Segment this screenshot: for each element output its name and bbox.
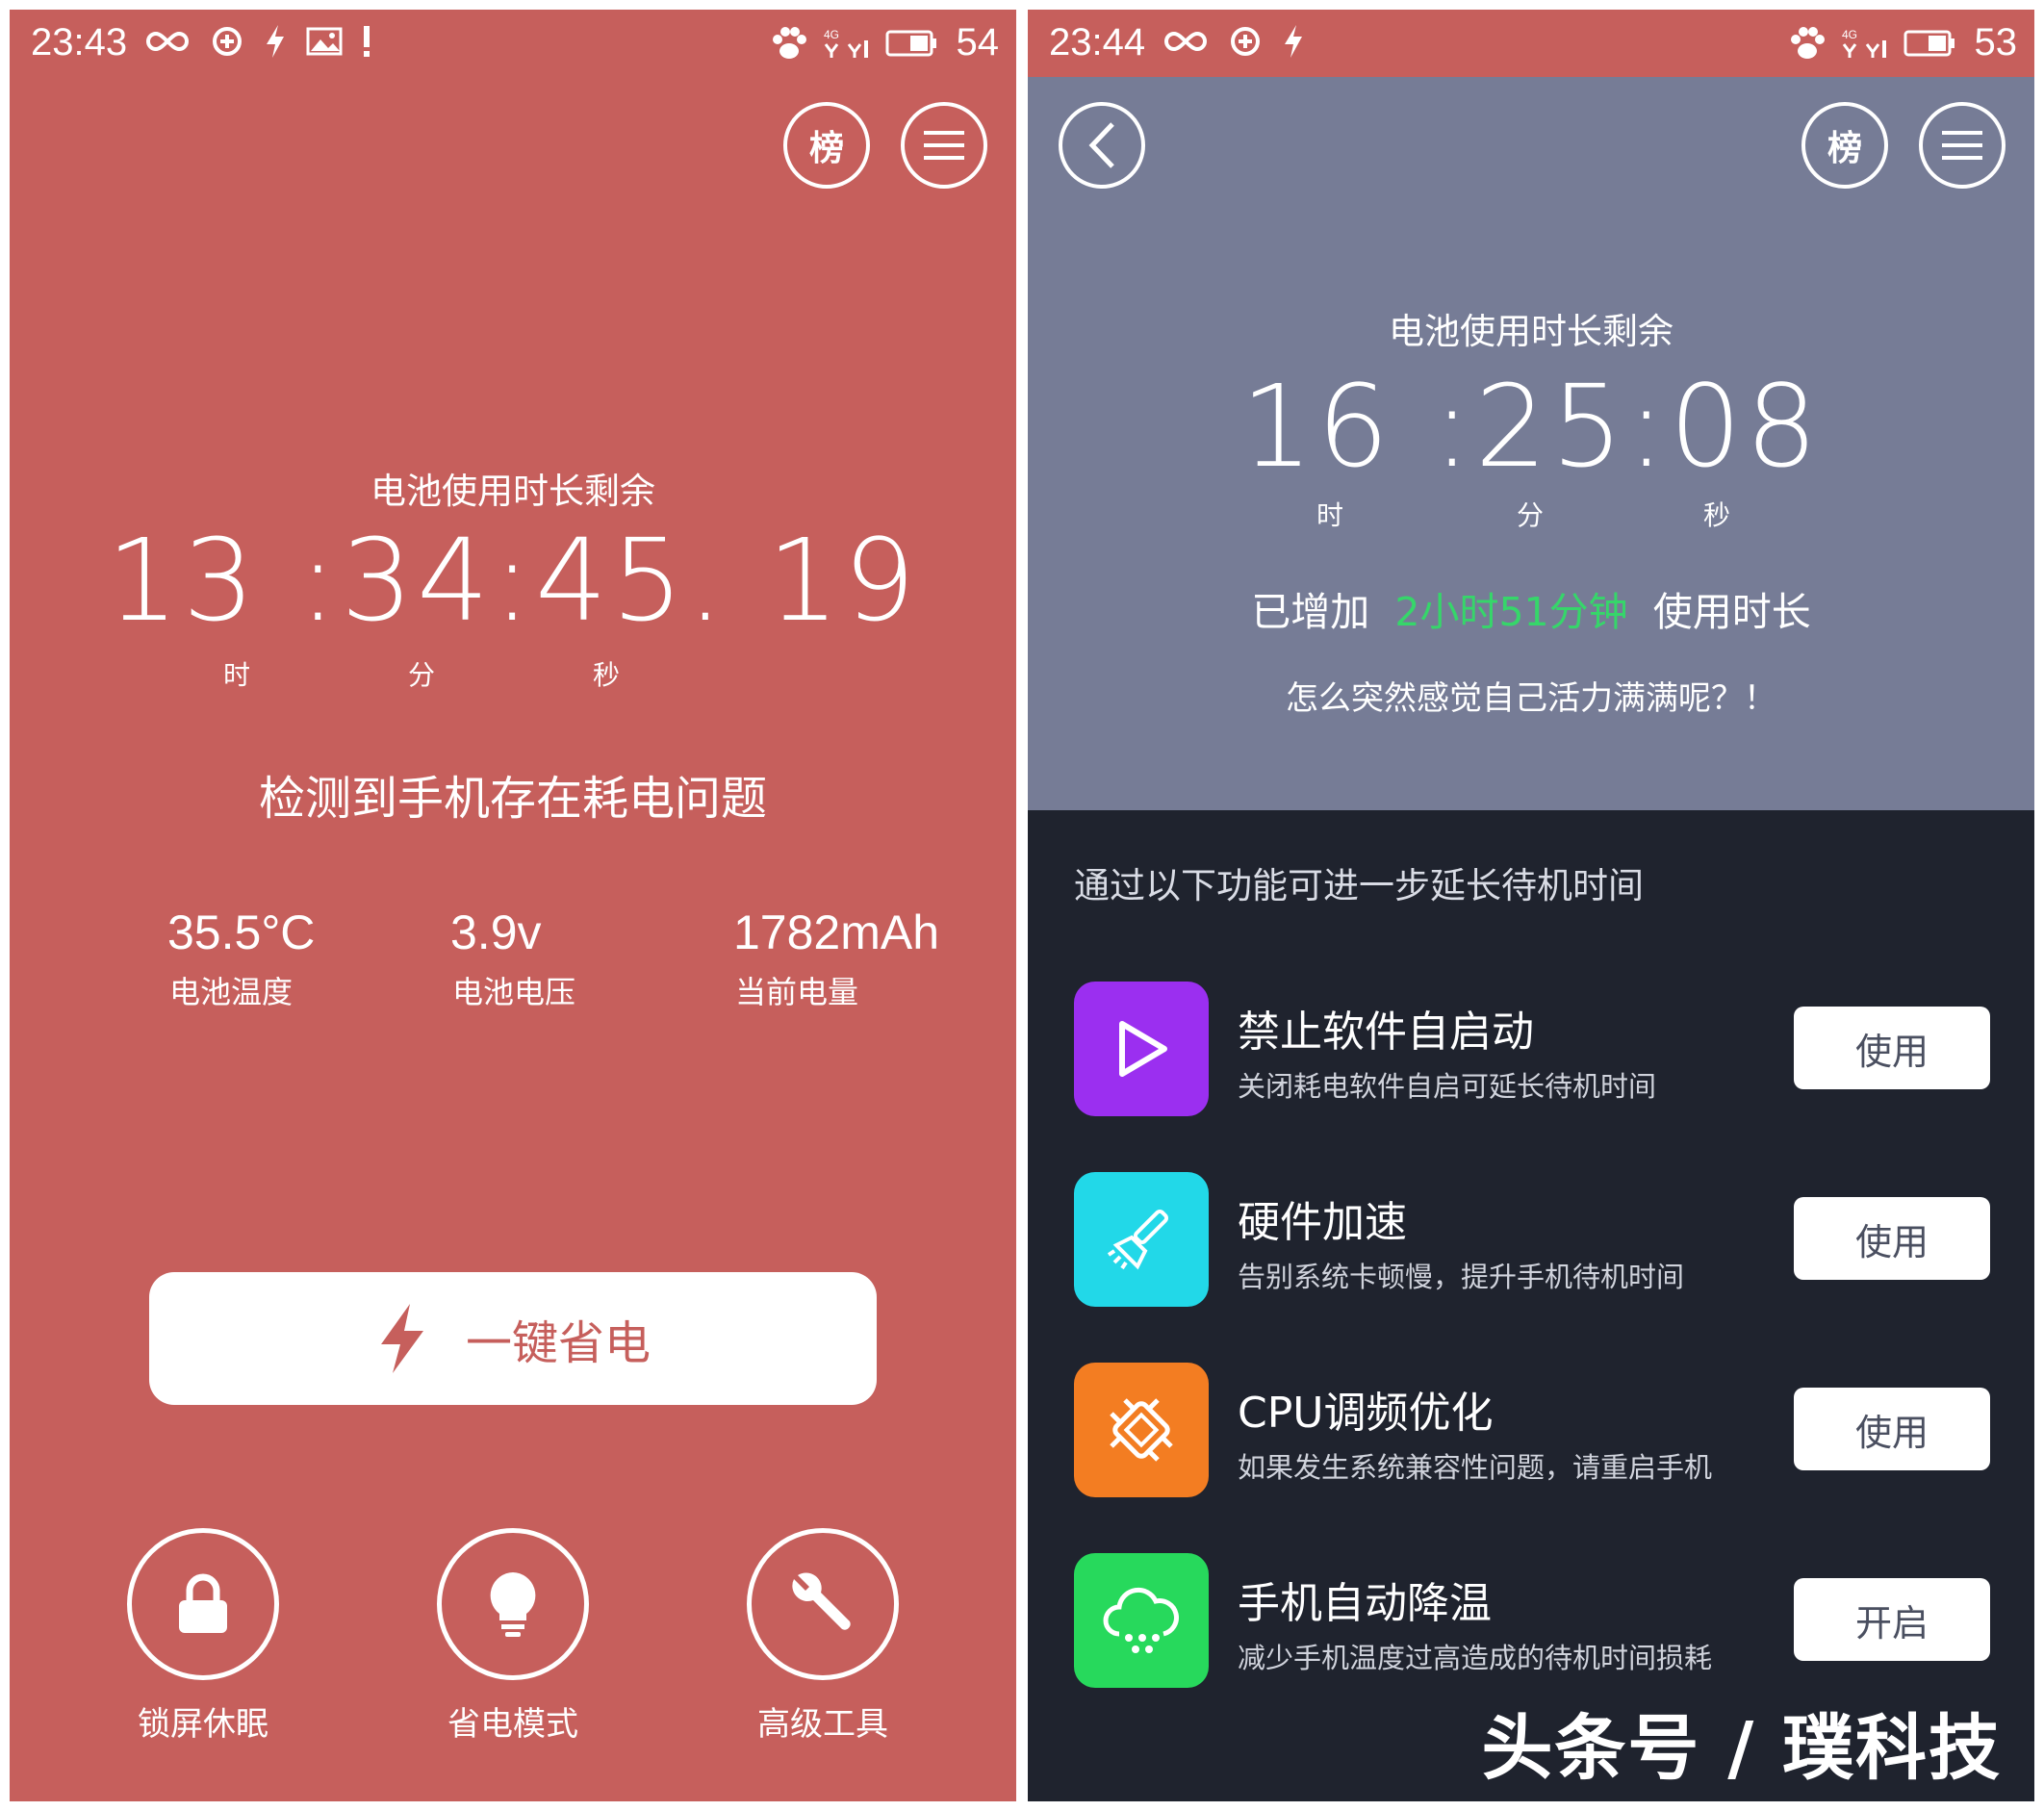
infinity-icon [146,31,189,52]
ranking-button[interactable]: 榜 [783,102,870,189]
feature-title: 硬件加速 [1238,1198,1407,1247]
chevron-left-icon [1088,122,1114,168]
status-time: 23:44 [1049,21,1146,64]
status-time: 23:43 [31,21,128,64]
feature-description: 关闭耗电软件自启可延长待机时间 [1238,1070,1657,1103]
left-screen: 23:43 4G 54 榜 电池使用时长剩余 13 :34:45. 19 时 分… [10,10,1016,1801]
cpu-tuning-icon-tile [1074,1363,1209,1497]
battery-temperature-label: 电池温度 [169,974,294,1010]
timer-label: 电池使用时长剩余 [1389,311,1674,352]
feature-description: 如果发生系统兼容性问题，请重启手机 [1238,1451,1713,1484]
battery-icon [885,30,936,56]
added-amount: 2小时51分钟 [1394,589,1628,635]
power-saving-mode-button[interactable] [437,1528,589,1680]
power-saving-mode-label: 省电模式 [447,1705,578,1744]
feature-description: 告别系统卡顿慢，提升手机待机时间 [1238,1261,1685,1293]
hardware-acceleration-icon-tile [1074,1172,1209,1307]
added-prefix: 已增加 [1251,589,1370,635]
feature-title: 手机自动降温 [1238,1579,1492,1628]
infinity-icon [1164,31,1207,52]
section-title: 通过以下功能可进一步延长待机时间 [1074,865,1644,906]
chip-icon [1110,1398,1173,1462]
advanced-tools-label: 高级工具 [757,1705,888,1744]
alert-icon [364,26,370,57]
feature-description: 减少手机温度过高造成的待机时间损耗 [1238,1642,1713,1674]
warning-text: 检测到手机存在耗电问题 [258,772,767,826]
current-capacity-label: 当前电量 [735,974,859,1010]
lightbulb-icon [490,1572,536,1637]
lock-sleep-button[interactable] [127,1528,279,1680]
lock-icon [179,1573,227,1633]
battery-voltage-value: 3.9v [450,906,542,959]
remaining-timer: 13 :34:45. 19 [106,514,920,647]
ranking-label: 榜 [1827,129,1862,168]
sync-icon [1231,27,1260,56]
current-capacity-value: 1782mAh [733,906,940,959]
sync-icon [213,27,242,56]
added-suffix: 使用时长 [1652,589,1811,635]
added-time-line: 已增加 2小时51分钟 使用时长 [1028,579,2034,637]
signal-4g-icon: 4G [1842,28,1886,58]
battery-voltage-label: 电池电压 [452,974,576,1010]
paw-icon [772,26,806,59]
unit-seconds: 秒 [593,659,621,691]
svg-text:4G: 4G [824,28,839,41]
menu-icon [1942,131,1982,160]
unit-hours: 时 [223,659,251,691]
right-screen: 23:44 4G 53 榜 电池使用时长剩余 16 :25:08 时 分 秒 已… [1028,10,2034,1801]
unit-hours: 时 [1316,499,1344,531]
menu-icon [924,131,964,160]
disable-autostart-use-button[interactable]: 使用 [1794,1007,1990,1089]
tagline: 怎么突然感觉自己活力满满呢？！ [1286,679,1776,718]
charging-icon [267,25,284,58]
ranking-button[interactable]: 榜 [1801,102,1888,189]
battery-percent: 54 [956,21,1000,64]
timer-label: 电池使用时长剩余 [370,471,655,512]
lock-sleep-label: 锁屏休眠 [138,1705,268,1744]
auto-cooling-enable-button[interactable]: 开启 [1794,1578,1990,1661]
feature-title: 禁止软件自启动 [1238,1008,1534,1057]
battery-icon [1903,30,1955,56]
remaining-timer: 16 :25:08 [1240,360,1822,493]
hardware-acceleration-use-button[interactable]: 使用 [1794,1197,1990,1280]
ranking-label: 榜 [808,129,844,168]
auto-cooling-icon-tile [1074,1553,1209,1688]
play-icon [1119,1021,1167,1077]
broom-icon [1107,1209,1169,1270]
advanced-tools-button[interactable] [747,1528,899,1680]
image-icon [306,27,343,56]
battery-percent: 53 [1974,21,2018,64]
status-bar: 23:44 4G 53 [1028,10,2034,77]
svg-text:4G: 4G [1842,28,1857,41]
status-bar: 23:43 4G 54 [10,10,1016,77]
cloud-icon [1103,1587,1179,1653]
wrench-icon [792,1572,851,1630]
unit-minutes: 分 [1517,499,1545,531]
lightning-icon [380,1304,423,1373]
feature-title: CPU调频优化 [1238,1389,1494,1438]
battery-temperature-value: 35.5°C [167,906,316,959]
disable-autostart-icon-tile [1074,982,1209,1116]
unit-minutes: 分 [408,659,436,691]
one-key-save-button[interactable]: 一键省电 [149,1272,877,1405]
cpu-tuning-use-button[interactable]: 使用 [1794,1388,1990,1470]
one-key-save-label: 一键省电 [465,1316,651,1370]
watermark: 头条号 / 璞科技 [1481,1707,2002,1790]
signal-4g-icon: 4G [824,28,868,58]
charging-icon [1285,25,1302,58]
unit-seconds: 秒 [1703,499,1731,531]
back-button[interactable] [1059,102,1145,189]
menu-button[interactable] [901,102,987,189]
menu-button[interactable] [1919,102,2006,189]
paw-icon [1790,26,1825,59]
